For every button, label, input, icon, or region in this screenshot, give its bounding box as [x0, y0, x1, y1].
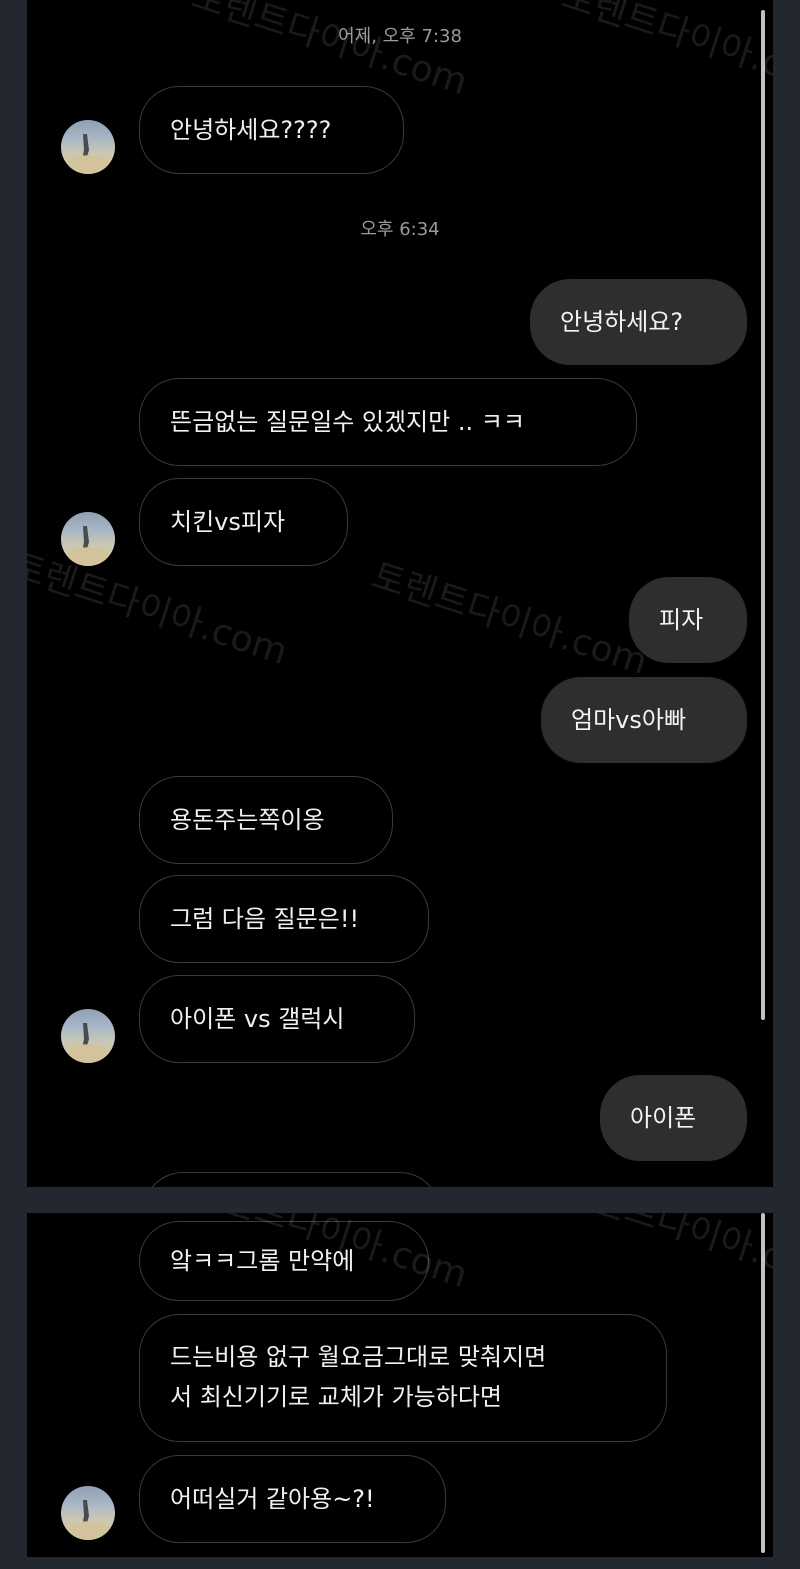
message-incoming[interactable]: 그럼 다음 질문은!! — [139, 875, 429, 963]
message-incoming[interactable]: 앜ㅋㅋ그롬 만약에 — [139, 1221, 429, 1301]
avatar[interactable] — [61, 1486, 115, 1540]
message-outgoing[interactable]: 아이폰 — [600, 1075, 747, 1161]
timestamp-today: 오후 6:34 — [360, 219, 440, 240]
avatar[interactable] — [61, 512, 115, 566]
message-incoming[interactable]: 어떠실거 같아용~?! — [139, 1455, 446, 1543]
message-incoming[interactable]: 드는비용 없구 월요금그대로 맞춰지면 서 최신기기로 교체가 가능하다면 — [139, 1314, 667, 1442]
watermark: 토렌트다이아.com — [366, 555, 653, 684]
message-incoming-partial — [143, 1172, 440, 1187]
watermark: 토렌트다이아.com — [556, 1213, 773, 1297]
message-outgoing[interactable]: 피자 — [629, 577, 747, 663]
message-incoming[interactable]: 뜬금없는 질문일수 있겠지만 .. ㅋㅋ — [139, 378, 637, 466]
chat-panel-top: 어제, 오후 7:38 안녕하세요???? 오후 6:34 안녕하세요? 뜬금없… — [27, 0, 773, 1187]
timestamp-yesterday: 어제, 오후 7:38 — [338, 26, 462, 47]
chat-panel-bottom: 앜ㅋㅋ그롬 만약에 드는비용 없구 월요금그대로 맞춰지면 서 최신기기로 교체… — [27, 1213, 773, 1557]
message-outgoing[interactable]: 안녕하세요? — [530, 279, 747, 365]
message-incoming[interactable]: 안녕하세요???? — [139, 86, 404, 174]
message-incoming[interactable]: 치킨vs피자 — [139, 478, 348, 566]
avatar[interactable] — [61, 120, 115, 174]
message-outgoing[interactable]: 엄마vs아빠 — [541, 677, 747, 763]
avatar[interactable] — [61, 1009, 115, 1063]
scrollbar[interactable] — [761, 1213, 765, 1553]
watermark: 토렌트다이아.com — [556, 0, 773, 104]
message-incoming[interactable]: 아이폰 vs 갤럭시 — [139, 975, 415, 1063]
message-incoming[interactable]: 용돈주는쪽이옹 — [139, 776, 393, 864]
scrollbar[interactable] — [761, 10, 765, 1020]
